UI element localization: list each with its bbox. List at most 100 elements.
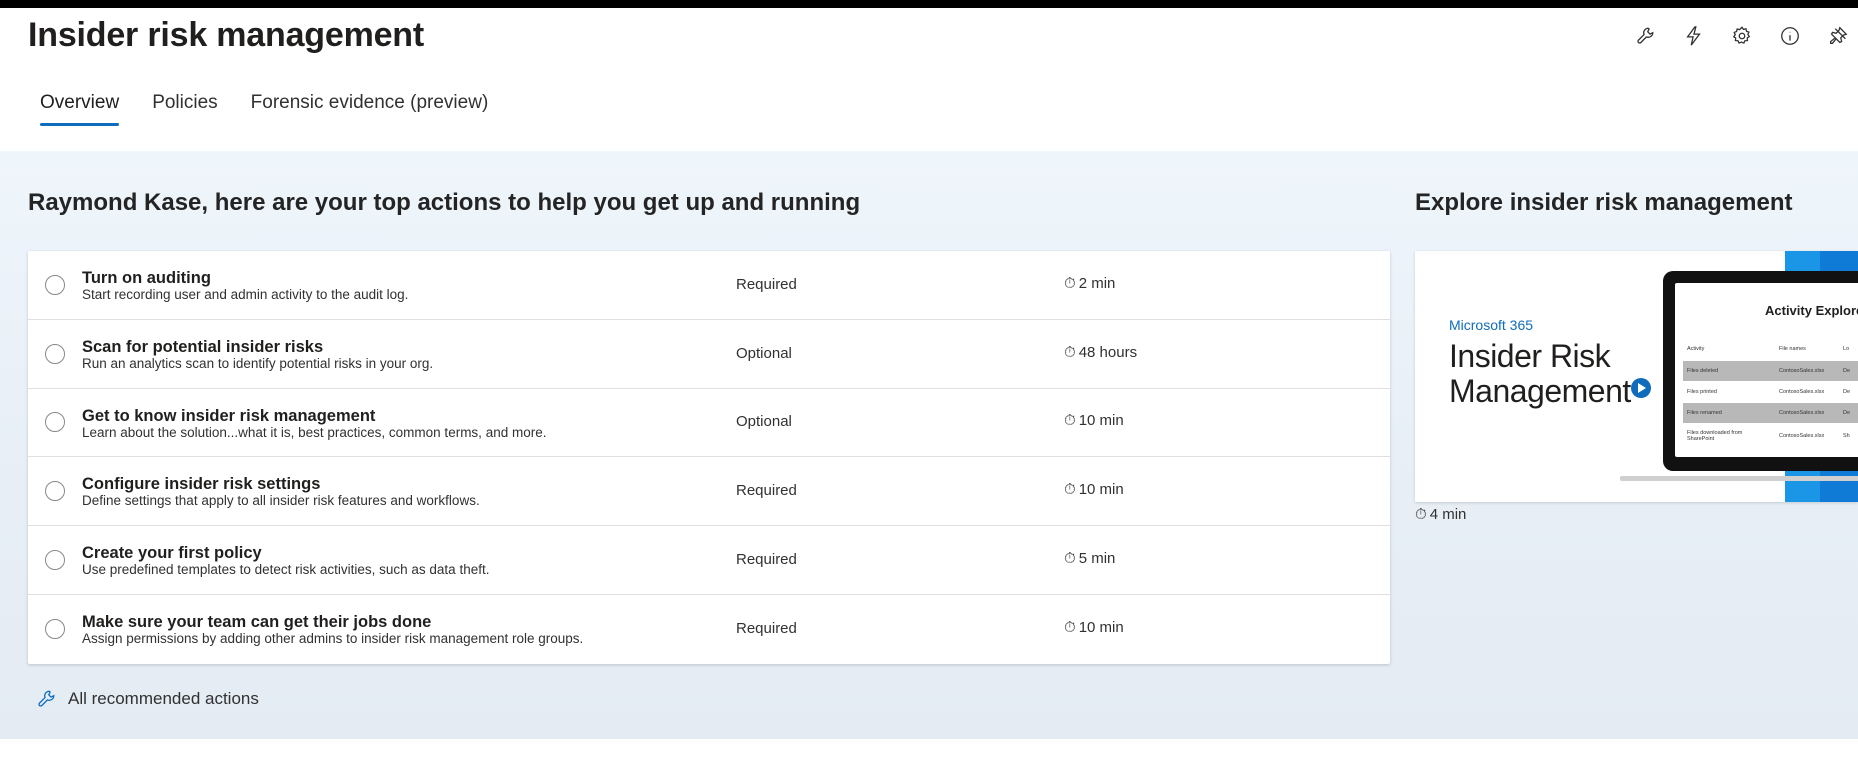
- laptop-base: [1620, 476, 1858, 481]
- item-time-label: 10 min: [1078, 481, 1124, 499]
- item-time: ⏱ 2 min: [1064, 275, 1115, 292]
- toolbar: [1634, 24, 1858, 48]
- screen-row: Files printed ContosoSales.xlsx De: [1683, 382, 1858, 402]
- item-status: Required: [736, 620, 797, 638]
- wrench-icon[interactable]: [1634, 24, 1658, 48]
- item-time-label: 5 min: [1078, 550, 1116, 568]
- item-description: Define settings that apply to all inside…: [82, 493, 480, 509]
- gear-icon[interactable]: [1730, 24, 1754, 48]
- item-status: Optional: [736, 413, 792, 431]
- lightning-icon[interactable]: [1682, 24, 1706, 48]
- item-description: Learn about the solution...what it is, b…: [82, 424, 547, 440]
- screen-row: Files downloaded from SharePoint Contoso…: [1683, 424, 1858, 448]
- actions-heading: Raymond Kase, here are your top actions …: [28, 189, 861, 216]
- item-title: Make sure your team can get their jobs d…: [82, 612, 432, 631]
- item-title: Turn on auditing: [82, 269, 211, 287]
- list-item[interactable]: Create your first policy Use predefined …: [28, 526, 1390, 595]
- radio-button[interactable]: [45, 412, 65, 433]
- screen-cell: Sh: [1843, 433, 1850, 439]
- screen-header-row: Activity File names Lo: [1683, 341, 1858, 357]
- page: Insider risk management Overview Policie…: [0, 8, 1858, 761]
- item-description: Run an analytics scan to identify potent…: [82, 355, 434, 371]
- list-item-text: Turn on auditing Start recording user an…: [82, 269, 408, 303]
- radio-button[interactable]: [45, 343, 65, 364]
- tab-overview[interactable]: Overview: [40, 92, 120, 126]
- stopwatch-icon: ⏱: [1064, 412, 1076, 430]
- radio-button[interactable]: [45, 550, 65, 571]
- stopwatch-icon: ⏱: [1415, 506, 1427, 523]
- stopwatch-icon: ⏱: [1064, 550, 1076, 568]
- screen-cell: De: [1843, 368, 1851, 374]
- screen-cell: De: [1843, 410, 1851, 416]
- tab-policies[interactable]: Policies: [152, 92, 217, 126]
- item-time: ⏱ 48 hours: [1064, 344, 1137, 361]
- screen-cell: Lo: [1843, 346, 1850, 352]
- list-item-text: Scan for potential insider risks Run an …: [82, 338, 433, 372]
- screen-cell: ContosoSales.xlsx: [1779, 410, 1825, 416]
- laptop-screen: Activity Explorer Activity File names Lo…: [1675, 283, 1858, 457]
- screen-cell: Files deleted: [1687, 368, 1719, 374]
- item-time-label: 48 hours: [1078, 343, 1138, 361]
- list-item[interactable]: Make sure your team can get their jobs d…: [28, 595, 1390, 664]
- list-item-text: Configure insider risk settings Define s…: [82, 475, 480, 509]
- screen-cell: Files renamed: [1687, 410, 1722, 416]
- radio-button[interactable]: [45, 619, 65, 640]
- item-description: Start recording user and admin activity …: [82, 287, 409, 302]
- actions-list: Turn on auditing Start recording user an…: [28, 251, 1390, 664]
- video-title-line: Insider Risk: [1449, 338, 1611, 374]
- item-status: Required: [736, 551, 797, 569]
- screen-cell: Files downloaded from SharePoint: [1687, 430, 1743, 442]
- list-item[interactable]: Scan for potential insider risks Run an …: [28, 320, 1390, 389]
- screen-row: Files deleted ContosoSales.xlsx De: [1683, 361, 1858, 381]
- list-item[interactable]: Get to know insider risk management Lear…: [28, 389, 1390, 458]
- item-description: Assign permissions by adding other admin…: [82, 630, 584, 646]
- screen-cell: File names: [1779, 346, 1806, 352]
- stopwatch-icon: ⏱: [1064, 343, 1076, 361]
- screen-cell: ContosoSales.xlsx: [1779, 368, 1825, 374]
- radio-button[interactable]: [45, 274, 65, 295]
- list-item[interactable]: Configure insider risk settings Define s…: [28, 457, 1390, 527]
- list-item-text: Create your first policy Use predefined …: [82, 544, 489, 578]
- item-time-label: 10 min: [1078, 412, 1124, 430]
- item-time: ⏱ 5 min: [1064, 550, 1115, 567]
- screen-cell: De: [1843, 389, 1851, 395]
- stopwatch-icon: ⏱: [1064, 619, 1076, 637]
- video-duration: ⏱ 4 min: [1415, 506, 1466, 523]
- video-brand: Microsoft 365: [1449, 317, 1534, 333]
- tab-bar: Overview Policies Forensic evidence (pre…: [40, 92, 488, 126]
- info-icon[interactable]: [1778, 24, 1802, 48]
- stopwatch-icon: ⏱: [1064, 481, 1076, 499]
- video-thumbnail[interactable]: Microsoft 365 Insider Risk Management Ac…: [1415, 251, 1858, 502]
- item-status: Optional: [736, 344, 792, 362]
- item-time: ⏱ 10 min: [1064, 412, 1124, 429]
- explore-heading: Explore insider risk management: [1415, 189, 1793, 216]
- all-recommended-actions-label: All recommended actions: [68, 689, 259, 708]
- video-title: Insider Risk Management: [1449, 339, 1631, 409]
- video-title-line: Management: [1449, 373, 1631, 409]
- tab-forensic-evidence[interactable]: Forensic evidence (preview): [251, 92, 489, 126]
- radio-button[interactable]: [45, 481, 65, 502]
- all-recommended-actions-link[interactable]: All recommended actions: [36, 688, 259, 710]
- laptop-illustration: Activity Explorer Activity File names Lo…: [1663, 271, 1858, 471]
- wrench-icon: [38, 690, 55, 707]
- play-icon[interactable]: [1631, 378, 1651, 398]
- screen-cell: Files printed: [1687, 389, 1717, 395]
- list-item[interactable]: Turn on auditing Start recording user an…: [28, 251, 1390, 320]
- screen-cell: ContosoSales.xlsx: [1779, 389, 1825, 395]
- item-time: ⏱ 10 min: [1064, 481, 1124, 498]
- item-title: Configure insider risk settings: [82, 475, 321, 494]
- item-title: Get to know insider risk management: [82, 406, 376, 425]
- stopwatch-icon: ⏱: [1064, 274, 1076, 292]
- item-description: Use predefined templates to detect risk …: [82, 562, 490, 578]
- item-status: Required: [736, 482, 797, 500]
- item-time: ⏱ 10 min: [1064, 619, 1124, 636]
- item-status: Required: [736, 275, 797, 293]
- pin-off-icon[interactable]: [1826, 24, 1850, 48]
- item-time-label: 2 min: [1078, 274, 1116, 292]
- item-title: Create your first policy: [82, 544, 262, 563]
- screen-cell: Activity: [1687, 346, 1705, 352]
- list-item-text: Make sure your team can get their jobs d…: [82, 613, 583, 647]
- screen-title: Activity Explorer: [1765, 303, 1858, 318]
- list-item-text: Get to know insider risk management Lear…: [82, 407, 546, 441]
- item-title: Scan for potential insider risks: [82, 337, 324, 356]
